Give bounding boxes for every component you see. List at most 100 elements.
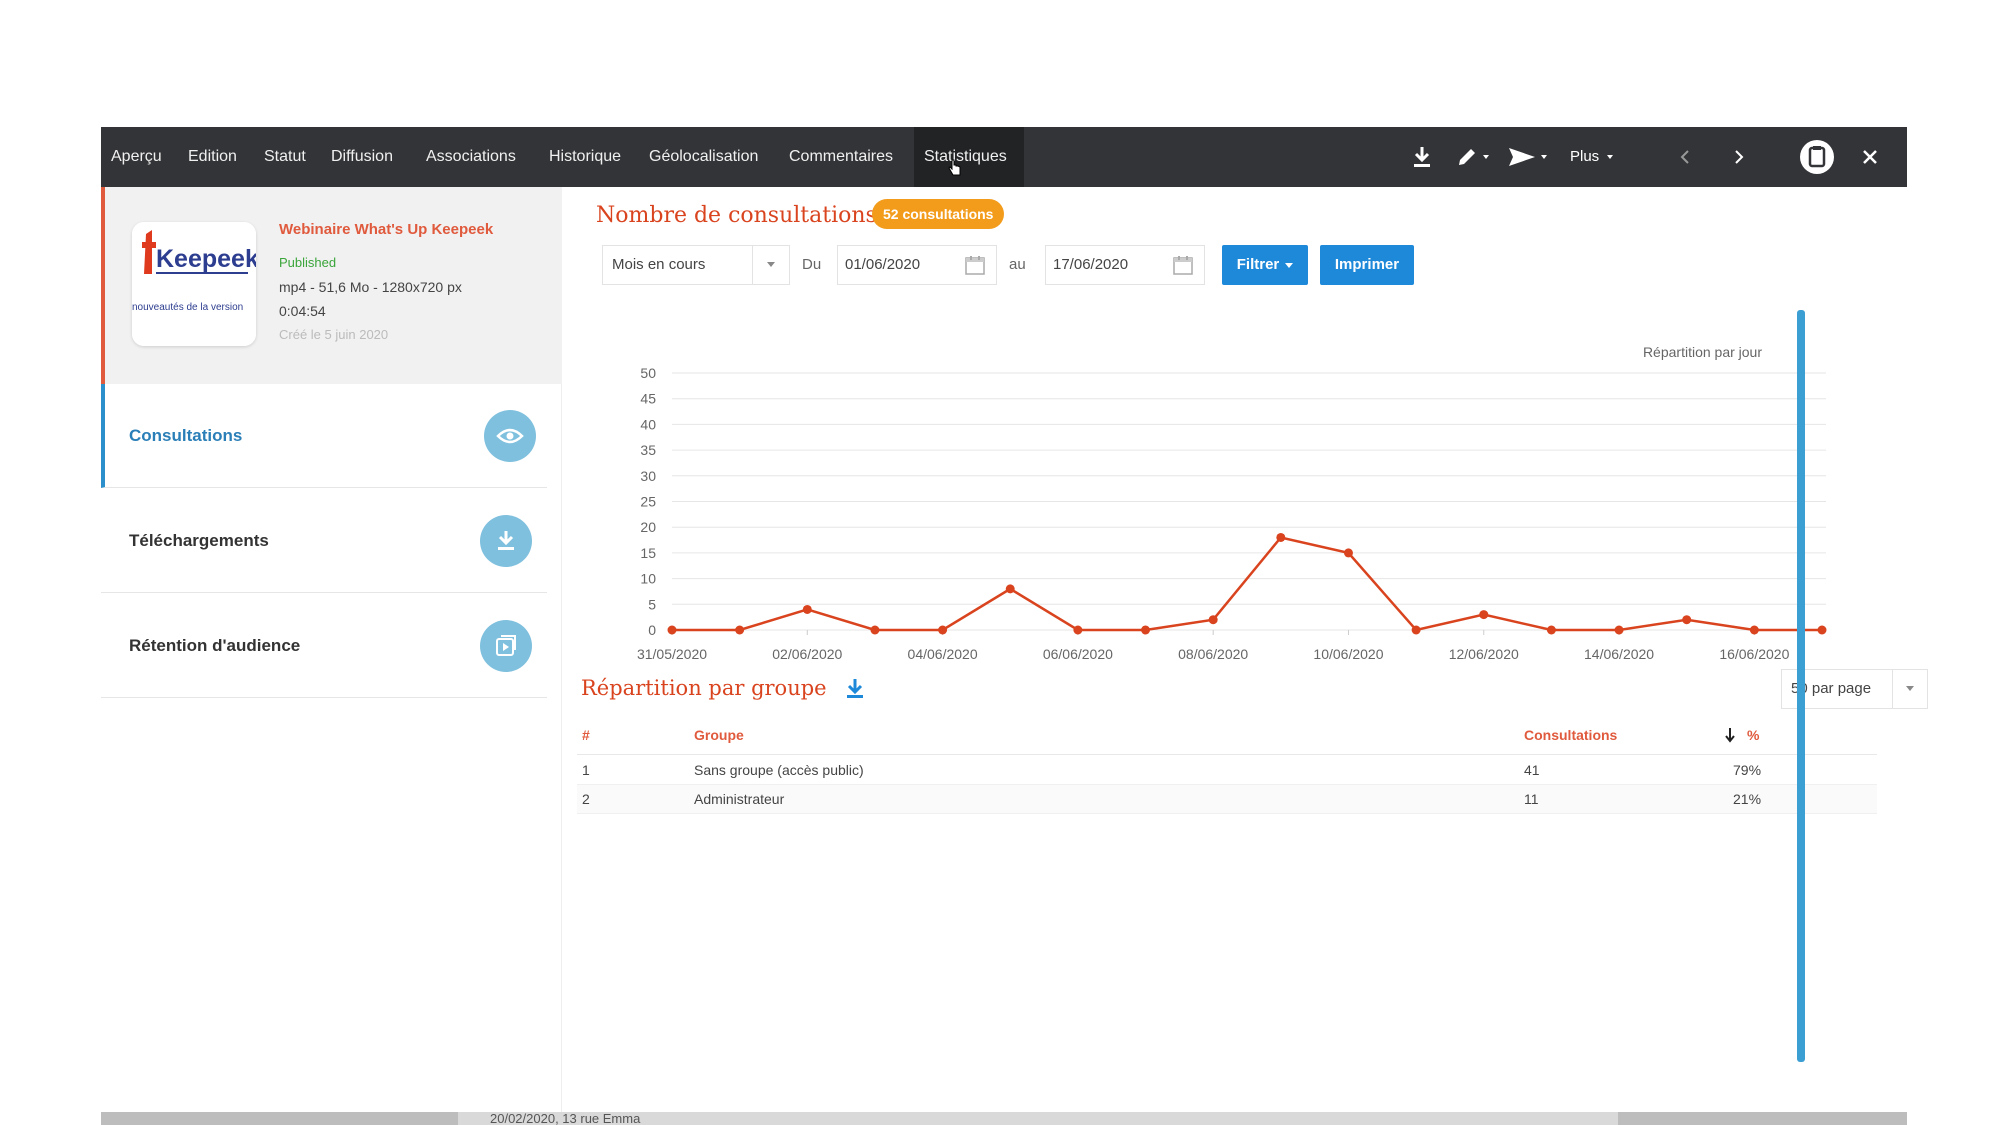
thumbnail-caption: nouveautés de la version: [132, 302, 243, 313]
period-select-value: Mois en cours: [612, 256, 706, 273]
keepeek-logo-image: Keepeek nouveautés de la version: [132, 222, 256, 346]
data-point: [1276, 532, 1286, 542]
sidebar-item-telechargements[interactable]: Téléchargements: [101, 489, 547, 593]
logo-wordmark: Keepeek: [156, 245, 256, 273]
column-header-index[interactable]: #: [582, 715, 590, 755]
download-button[interactable]: [1411, 127, 1433, 187]
cell-percent: 21%: [1733, 791, 1762, 807]
chevron-down-icon: [1906, 686, 1914, 691]
basket-button[interactable]: [1799, 127, 1835, 187]
from-date-value: 01/06/2020: [845, 256, 921, 273]
tab-statistiques-label: Statistiques: [924, 148, 1007, 165]
column-header-percent[interactable]: %: [1747, 715, 1759, 755]
asset-duration: 0:04:54: [279, 303, 326, 319]
asset-thumbnail[interactable]: Keepeek nouveautés de la version: [132, 222, 256, 346]
sidebar-item-label: Téléchargements: [129, 531, 269, 550]
table-header: # Groupe Consultations %: [577, 715, 1877, 755]
data-point: [1208, 615, 1218, 625]
chevron-left-icon: [1680, 150, 1689, 164]
data-point: [1682, 615, 1692, 625]
y-tick-label: 30: [640, 468, 656, 484]
period-select[interactable]: Mois en cours: [602, 245, 790, 285]
tab-commentaires[interactable]: Commentaires: [789, 127, 893, 187]
asset-status: Published: [279, 255, 337, 270]
page-title: Nombre de consultations: [596, 203, 877, 228]
y-tick-label: 40: [640, 416, 656, 432]
x-tick-label: 04/06/2020: [908, 646, 978, 662]
x-tick-label: 12/06/2020: [1449, 646, 1519, 662]
data-point: [1141, 625, 1151, 635]
tab-edition[interactable]: Edition: [188, 127, 237, 187]
top-toolbar: Aperçu Edition Statut Diffusion Associat…: [101, 127, 1907, 187]
sidebar-item-consultations[interactable]: Consultations: [101, 384, 547, 488]
hand-cursor-icon: [948, 159, 961, 176]
download-icon[interactable]: [844, 678, 866, 700]
data-point: [938, 625, 948, 635]
clipboard-icon: [1800, 140, 1834, 174]
x-tick-label: 10/06/2020: [1313, 646, 1383, 662]
close-icon: [1863, 150, 1877, 164]
x-tick-label: 31/05/2020: [637, 646, 707, 662]
calendar-icon[interactable]: [964, 254, 986, 276]
tab-historique[interactable]: Historique: [549, 127, 621, 187]
column-header-consultations[interactable]: Consultations: [1524, 715, 1617, 755]
send-icon: [1509, 148, 1535, 166]
select-divider: [752, 246, 753, 284]
data-point: [802, 604, 812, 614]
from-date-input[interactable]: 01/06/2020: [837, 245, 997, 285]
tab-associations[interactable]: Associations: [426, 127, 516, 187]
print-button-label: Imprimer: [1334, 256, 1400, 273]
data-point: [870, 625, 880, 635]
table-row[interactable]: 2 Administrateur 11 21%: [577, 785, 1877, 814]
background-row-text: 20/02/2020, 13 rue Emma: [490, 1111, 641, 1125]
x-tick-label: 16/06/2020: [1719, 646, 1789, 662]
y-tick-label: 15: [640, 545, 656, 561]
sort-desc-icon[interactable]: [1723, 727, 1737, 743]
cell-percent: 79%: [1733, 762, 1762, 778]
close-button[interactable]: [1861, 127, 1879, 187]
filter-button[interactable]: Filtrer: [1222, 245, 1308, 285]
chevron-down-icon: [1541, 155, 1547, 159]
data-point: [1479, 610, 1489, 620]
y-tick-label: 10: [640, 571, 656, 587]
select-divider: [1892, 670, 1893, 708]
background-row: 20/02/2020, 13 rue Emma: [458, 1112, 1618, 1125]
from-label: Du: [802, 256, 822, 273]
consultations-count-badge: 52 consultations: [872, 199, 1005, 229]
more-menu-button[interactable]: Plus: [1570, 127, 1614, 187]
send-menu-button[interactable]: [1507, 127, 1547, 187]
chart-legend-label: Répartition par jour: [1643, 347, 1762, 360]
data-point: [1411, 625, 1421, 635]
print-button[interactable]: Imprimer: [1320, 245, 1414, 285]
next-button[interactable]: [1731, 127, 1745, 187]
vertical-scrollbar[interactable]: [1797, 310, 1805, 1062]
data-point: [1343, 548, 1353, 558]
tab-geolocalisation[interactable]: Géolocalisation: [649, 127, 758, 187]
chevron-down-icon: [1483, 155, 1489, 159]
tab-statut[interactable]: Statut: [264, 127, 306, 187]
cell-group: Administrateur: [694, 791, 785, 807]
tab-statistiques[interactable]: Statistiques: [914, 127, 1024, 187]
y-tick-label: 20: [640, 519, 656, 535]
x-tick-label: 02/06/2020: [772, 646, 842, 662]
y-tick-label: 0: [648, 622, 656, 638]
asset-created-date: Créé le 5 juin 2020: [279, 327, 389, 342]
tab-diffusion[interactable]: Diffusion: [331, 127, 393, 187]
calendar-icon[interactable]: [1172, 254, 1194, 276]
column-header-group[interactable]: Groupe: [694, 715, 744, 755]
asset-modal: Aperçu Edition Statut Diffusion Associat…: [101, 127, 1928, 1112]
x-tick-label: 06/06/2020: [1043, 646, 1113, 662]
more-menu-label: Plus: [1570, 148, 1600, 165]
eye-icon: [484, 410, 536, 462]
sidebar-item-retention[interactable]: Rétention d'audience: [101, 594, 547, 698]
previous-button[interactable]: [1679, 127, 1693, 187]
x-tick-label: 14/06/2020: [1584, 646, 1654, 662]
download-icon: [480, 515, 532, 567]
table-row[interactable]: 1 Sans groupe (accès public) 41 79%: [577, 756, 1877, 785]
to-date-input[interactable]: 17/06/2020: [1045, 245, 1205, 285]
tab-apercu[interactable]: Aperçu: [111, 127, 162, 187]
edit-menu-button[interactable]: [1455, 127, 1489, 187]
play-icon: [480, 620, 532, 672]
to-date-value: 17/06/2020: [1053, 256, 1129, 273]
statistics-panel: Nombre de consultations 52 consultations…: [562, 187, 1928, 1112]
